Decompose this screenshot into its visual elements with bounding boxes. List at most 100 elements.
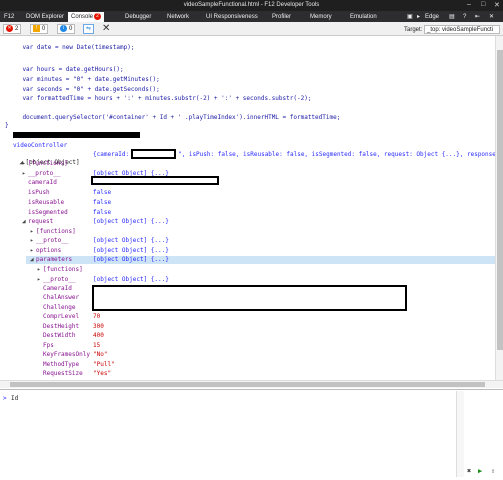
tree-functions-label: [functions] xyxy=(28,160,68,167)
tree-options-value: [object Object] {...} xyxy=(93,247,169,254)
tree-root-row[interactable]: ◢ [object Object] xyxy=(5,151,79,166)
tree-proto-row[interactable]: ▸ __proto__ xyxy=(22,170,61,178)
redacted-block xyxy=(13,132,140,138)
tree-par-functions-row[interactable]: ▸ [functions] xyxy=(37,266,83,274)
param-methodtype: MethodType xyxy=(43,361,80,368)
help-icon[interactable]: ? xyxy=(463,12,466,22)
param-destwidth-value: 400 xyxy=(93,332,104,339)
input-scrollbar[interactable] xyxy=(456,391,464,477)
param-keyframesonly-value: "No" xyxy=(93,351,108,358)
variable-heading: videoController xyxy=(13,142,68,149)
console-toolbar: ✕ 2 ! 0 i0 ⇋ ✕ Target: _top: videoSampleFu… xyxy=(0,22,503,36)
chevron-right-icon[interactable]: ▸ xyxy=(417,12,420,22)
monitor-icon[interactable]: ▣ xyxy=(407,12,413,22)
prop-cameraid: cameraId xyxy=(28,179,57,186)
code-line: document.querySelector('#container' + Id… xyxy=(8,114,341,121)
redacted-block xyxy=(92,285,407,311)
tab-f12[interactable]: F12 xyxy=(4,12,14,22)
errors-filter-button[interactable]: ✕ 2 xyxy=(3,24,22,34)
tree-par-proto-label: __proto__ xyxy=(43,276,76,283)
tab-bar-actions: ▣ ▸ Edge ▤ ? ⇤ ✕ xyxy=(407,12,503,22)
redacted-block xyxy=(131,149,176,159)
prop-ispush-value: false xyxy=(93,189,112,196)
tab-emulation[interactable]: Emulation xyxy=(350,12,377,22)
window-title: videoSampleFunctional.html - F12 Develop… xyxy=(183,2,320,8)
param-fps-value: 15 xyxy=(93,342,101,349)
single-line-mode-icon[interactable]: ⇧ xyxy=(491,467,495,475)
code-line: var minutes = "0" + date.getMinutes(); xyxy=(8,76,160,83)
output-horizontal-scrollbar[interactable] xyxy=(0,380,503,388)
code-line: var date = new Date(timestamp); xyxy=(8,44,135,51)
tree-par-functions-label: [functions] xyxy=(43,266,83,273)
warnings-filter-button[interactable]: ! 0 xyxy=(30,24,49,34)
multiline-toggle-icon[interactable]: ⇋ xyxy=(83,24,95,34)
param-keyframesonly: KeyFramesOnly xyxy=(43,351,90,358)
window-title-bar: videoSampleFunctional.html - F12 Develop… xyxy=(0,0,503,11)
console-input-pane[interactable]: > Id ✖ ▶ ⇧ xyxy=(0,389,503,480)
error-icon: ✕ xyxy=(6,25,13,32)
tool-tab-bar: F12 DOM Explorer Console 2 Debugger Netwo… xyxy=(0,11,503,22)
tree-root-summary-a: {cameraId: xyxy=(93,151,133,158)
tree-root-summary-b: ", isPush: false, isReusable: false, isS… xyxy=(178,151,495,158)
tree-options-label: options xyxy=(36,247,62,254)
tree-par-proto-row[interactable]: ▸ __proto__ xyxy=(37,276,76,284)
tree-request-value: [object Object] {...} xyxy=(93,218,169,225)
param-methodtype-value: "Pull" xyxy=(93,361,115,368)
console-icon[interactable]: ▤ xyxy=(449,12,455,22)
param-challenge: Challenge xyxy=(43,304,76,311)
tree-parameters-value: [object Object] {...} xyxy=(93,256,169,263)
target-label: Target: xyxy=(403,27,423,34)
tree-req-functions-row[interactable]: ▸ [functions] xyxy=(30,228,76,236)
tab-debugger[interactable]: Debugger xyxy=(125,12,151,22)
tab-console-label: Console xyxy=(71,14,94,20)
tab-console[interactable]: Console 2 xyxy=(68,12,105,22)
tab-ui-responsiveness[interactable]: UI Responsiveness xyxy=(206,12,258,22)
scrollbar-thumb[interactable] xyxy=(497,50,503,350)
tab-memory[interactable]: Memory xyxy=(310,12,332,22)
param-fps: Fps xyxy=(43,342,54,349)
output-vertical-scrollbar[interactable] xyxy=(495,36,503,380)
close-devtools-icon[interactable]: ✕ xyxy=(489,12,494,22)
tab-network[interactable]: Network xyxy=(167,12,189,22)
console-input-field[interactable]: Id xyxy=(11,395,18,402)
param-requestsize: RequestSize xyxy=(43,370,83,377)
prop-issegmented: isSegmented xyxy=(28,209,68,216)
code-line: var formattedTime = hours + ':' + minute… xyxy=(8,95,312,102)
clear-console-icon[interactable]: ✕ xyxy=(102,23,110,34)
tree-parameters-label: parameters xyxy=(36,256,73,263)
tree-proto-label: __proto__ xyxy=(28,170,61,177)
target-selector: Target: _top: videoSampleFuncti xyxy=(404,25,500,34)
param-comprlevel: ComprLevel xyxy=(43,313,80,320)
run-script-icon[interactable]: ▶ xyxy=(478,467,482,475)
prompt-chevron-icon: > xyxy=(3,395,7,402)
close-window-button[interactable]: ✕ xyxy=(494,1,500,9)
code-line: var hours = date.getHours(); xyxy=(8,66,124,73)
tree-req-proto-row[interactable]: ▸ __proto__ xyxy=(30,237,69,245)
pin-icon[interactable]: ⇤ xyxy=(475,12,480,22)
minimize-button[interactable]: – xyxy=(467,1,471,8)
errors-count: 2 xyxy=(15,26,19,33)
console-output[interactable]: var date = new Date(timestamp); var hour… xyxy=(0,36,495,380)
target-value: _top: videoSampleFuncti xyxy=(427,27,494,33)
document-mode-edge[interactable]: Edge xyxy=(425,12,439,22)
warnings-count: 0 xyxy=(42,26,46,33)
param-comprlevel-value: 70 xyxy=(93,313,101,320)
clear-input-icon[interactable]: ✖ xyxy=(467,467,471,475)
target-dropdown[interactable]: _top: videoSampleFuncti xyxy=(424,25,500,34)
param-destheight: DestHeight xyxy=(43,323,80,330)
tree-request-row[interactable]: ◢ request xyxy=(22,218,53,226)
scrollbar-thumb[interactable] xyxy=(10,382,485,387)
redacted-block xyxy=(91,176,219,185)
prop-issegmented-value: false xyxy=(93,209,112,216)
info-filter-button[interactable]: i0 xyxy=(57,24,76,34)
tree-req-proto-value: [object Object] {...} xyxy=(93,237,169,244)
maximize-button[interactable]: □ xyxy=(481,1,485,8)
tree-request-label: request xyxy=(28,218,54,225)
tree-par-proto-value: [object Object] {...} xyxy=(93,276,169,283)
tab-dom-explorer[interactable]: DOM Explorer xyxy=(26,12,64,22)
tree-functions-row[interactable]: ▸ [functions] xyxy=(22,160,68,168)
tree-options-row[interactable]: ▸ options xyxy=(30,247,61,255)
param-destheight-value: 300 xyxy=(93,323,104,330)
code-line: } xyxy=(5,122,9,129)
tab-profiler[interactable]: Profiler xyxy=(272,12,291,22)
